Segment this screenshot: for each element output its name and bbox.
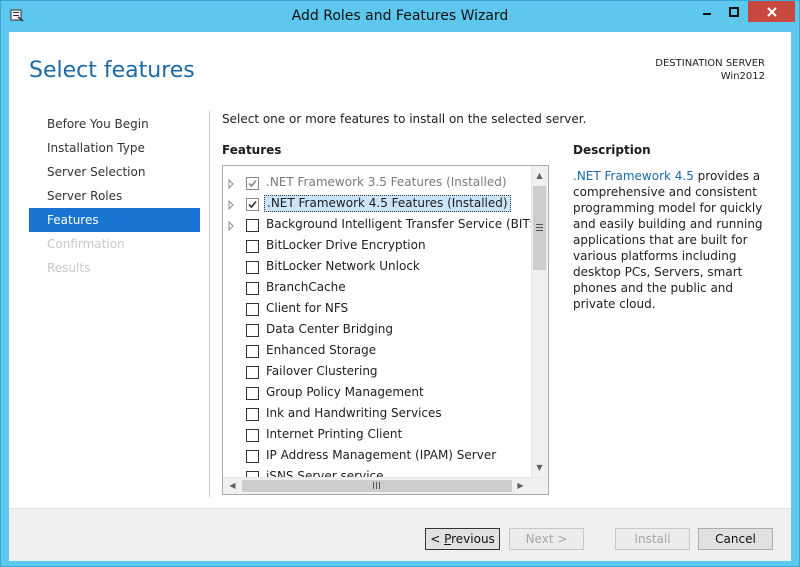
feature-row[interactable]: iSNS Server service <box>223 467 531 477</box>
vertical-scroll-thumb[interactable] <box>533 186 546 270</box>
feature-checkbox[interactable] <box>246 366 259 379</box>
nav-item-server-roles[interactable]: Server Roles <box>29 184 200 208</box>
feature-row[interactable]: .NET Framework 4.5 Features (Installed) <box>223 194 531 215</box>
feature-label: .NET Framework 4.5 Features (Installed) <box>264 195 511 212</box>
feature-label: Failover Clustering <box>266 364 378 378</box>
checkmark-icon <box>248 200 257 209</box>
description-heading: Description <box>573 143 651 157</box>
scroll-up-arrow-icon[interactable]: ▲ <box>532 168 547 183</box>
feature-checkbox[interactable] <box>246 240 259 253</box>
feature-label: iSNS Server service <box>266 469 384 477</box>
intro-text: Select one or more features to install o… <box>222 112 587 126</box>
feature-row[interactable]: BitLocker Network Unlock <box>223 257 531 278</box>
feature-label: BranchCache <box>266 280 346 294</box>
feature-label: Background Intelligent Transfer Service … <box>266 217 531 231</box>
scroll-down-arrow-icon[interactable]: ▼ <box>532 460 547 475</box>
feature-checkbox[interactable] <box>246 219 259 232</box>
feature-label: BitLocker Drive Encryption <box>266 238 426 252</box>
nav-item-results: Results <box>47 261 91 275</box>
wizard-nav: Before You Begin Installation Type Serve… <box>29 112 200 280</box>
feature-row[interactable]: Group Policy Management <box>223 383 531 404</box>
description-body: provides a comprehensive and consistent … <box>573 169 763 311</box>
feature-row[interactable]: Client for NFS <box>223 299 531 320</box>
feature-label: Enhanced Storage <box>266 343 377 357</box>
feature-label: IP Address Management (IPAM) Server <box>266 448 497 462</box>
description-link[interactable]: .NET Framework 4.5 <box>573 169 694 183</box>
destination-server: DESTINATION SERVER Win2012 <box>655 57 765 83</box>
nav-item-confirmation: Confirmation <box>47 237 125 251</box>
next-button[interactable]: Next > <box>509 528 584 550</box>
destination-label: DESTINATION SERVER <box>655 58 765 69</box>
feature-checkbox[interactable] <box>246 261 259 274</box>
feature-checkbox[interactable] <box>246 177 259 190</box>
scroll-right-arrow-icon[interactable]: ▶ <box>513 478 528 493</box>
feature-row[interactable]: BranchCache <box>223 278 531 299</box>
features-list: .NET Framework 3.5 Features (Installed).… <box>223 166 531 477</box>
feature-label: Data Center Bridging <box>266 322 393 336</box>
feature-checkbox[interactable] <box>246 303 259 316</box>
feature-label: Group Policy Management <box>266 385 424 399</box>
expand-arrow-icon[interactable] <box>226 178 236 190</box>
wizard-window: Add Roles and Features Wizard Select fea… <box>0 0 800 567</box>
grip-icon <box>536 224 543 231</box>
nav-item-server-selection[interactable]: Server Selection <box>29 160 200 184</box>
feature-checkbox[interactable] <box>246 324 259 337</box>
feature-checkbox[interactable] <box>246 429 259 442</box>
cancel-button[interactable]: Cancel <box>698 528 773 550</box>
maximize-button[interactable] <box>721 1 747 22</box>
scroll-left-arrow-icon[interactable]: ◀ <box>225 478 240 493</box>
title-bar[interactable]: Add Roles and Features Wizard <box>1 1 799 33</box>
feature-row[interactable]: Data Center Bridging <box>223 320 531 341</box>
feature-label: Internet Printing Client <box>266 427 403 441</box>
maximize-icon <box>729 6 739 17</box>
nav-item-features[interactable]: Features <box>29 208 200 232</box>
close-button[interactable] <box>748 1 795 22</box>
feature-row[interactable]: Ink and Handwriting Services <box>223 404 531 425</box>
destination-server-name: Win2012 <box>720 71 765 82</box>
feature-label: .NET Framework 3.5 Features (Installed) <box>266 175 507 189</box>
feature-row[interactable]: Background Intelligent Transfer Service … <box>223 215 531 236</box>
feature-label: Ink and Handwriting Services <box>266 406 442 420</box>
feature-checkbox[interactable] <box>246 345 259 358</box>
feature-checkbox[interactable] <box>246 408 259 421</box>
grip-icon <box>373 482 380 489</box>
wizard-content: Select features DESTINATION SERVER Win20… <box>9 32 791 561</box>
feature-checkbox[interactable] <box>246 450 259 463</box>
feature-row[interactable]: .NET Framework 3.5 Features (Installed) <box>223 173 531 194</box>
page-title: Select features <box>29 58 195 83</box>
horizontal-scrollbar[interactable]: ◀ ▶ <box>223 477 548 494</box>
previous-button[interactable]: < Previous <box>425 528 500 550</box>
feature-row[interactable]: Failover Clustering <box>223 362 531 383</box>
feature-row[interactable]: IP Address Management (IPAM) Server <box>223 446 531 467</box>
wizard-footer: < Previous Next > Install Cancel <box>9 508 791 561</box>
feature-row[interactable]: Enhanced Storage <box>223 341 531 362</box>
nav-item-installation-type[interactable]: Installation Type <box>29 136 200 160</box>
install-button[interactable]: Install <box>615 528 690 550</box>
expand-arrow-icon[interactable] <box>226 199 236 211</box>
horizontal-scroll-thumb[interactable] <box>242 480 512 492</box>
minimize-button[interactable] <box>694 1 720 22</box>
feature-checkbox[interactable] <box>246 387 259 400</box>
expand-arrow-icon[interactable] <box>226 220 236 232</box>
checkmark-icon <box>248 179 257 188</box>
minimize-icon <box>703 12 711 15</box>
feature-checkbox[interactable] <box>246 198 259 211</box>
feature-row[interactable]: Internet Printing Client <box>223 425 531 446</box>
description-text: .NET Framework 4.5 provides a comprehens… <box>573 168 773 312</box>
feature-label: BitLocker Network Unlock <box>266 259 420 273</box>
nav-divider <box>209 111 210 497</box>
window-title: Add Roles and Features Wizard <box>291 8 509 24</box>
close-icon <box>766 6 777 17</box>
feature-checkbox[interactable] <box>246 282 259 295</box>
feature-label: Client for NFS <box>266 301 349 315</box>
features-heading: Features <box>222 143 282 157</box>
features-tree[interactable]: .NET Framework 3.5 Features (Installed).… <box>222 165 549 495</box>
nav-item-before-you-begin[interactable]: Before You Begin <box>29 112 200 136</box>
vertical-scrollbar[interactable]: ▲ ▼ <box>531 166 548 477</box>
feature-row[interactable]: BitLocker Drive Encryption <box>223 236 531 257</box>
